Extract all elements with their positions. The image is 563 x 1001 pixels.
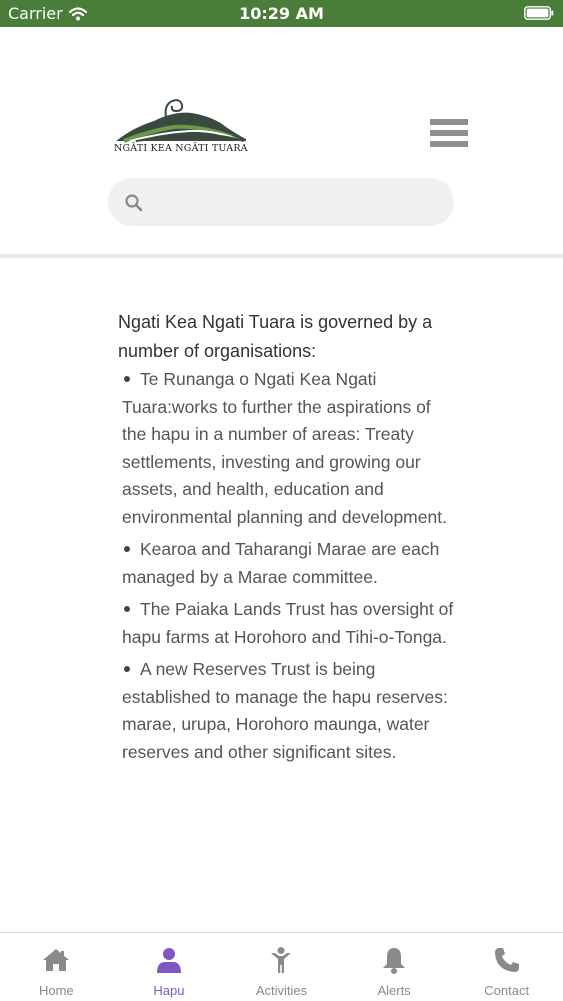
tab-contact-label: Contact: [484, 983, 530, 998]
bullet-icon: [124, 665, 130, 672]
bullet-icon: [124, 545, 130, 552]
person-icon: [156, 948, 181, 973]
list-item-text: A new Reserves Trust is being establishe…: [122, 659, 448, 762]
status-bar: Carrier 10:29 AM: [0, 0, 563, 27]
logo: NGĀTI KEA NGĀTI TUARA: [114, 97, 249, 157]
bullet-icon: [124, 605, 130, 612]
tab-alerts-label: Alerts: [377, 983, 411, 998]
bell-icon: [383, 948, 406, 974]
status-time: 10:29 AM: [239, 4, 324, 23]
list-item-text: Te Runanga o Ngati Kea Ngati Tuara:works…: [122, 369, 447, 527]
phone-icon: [494, 948, 519, 972]
main-content: Ngati Kea Ngati Tuara is governed by a n…: [118, 308, 458, 771]
search-input[interactable]: [108, 178, 454, 226]
header-divider: [0, 254, 563, 258]
intro-text: Ngati Kea Ngati Tuara is governed by a n…: [118, 312, 433, 361]
organisation-list: Te Runanga o Ngati Kea Ngati Tuara:works…: [118, 366, 458, 766]
battery-icon: [524, 6, 554, 20]
bullet-icon: [124, 375, 130, 382]
list-item-text: Kearoa and Taharangi Marae are each mana…: [122, 539, 440, 587]
list-item-text: The Paiaka Lands Trust has oversight of …: [122, 599, 454, 647]
search-icon: [125, 194, 143, 212]
home-icon: [43, 949, 70, 971]
tab-hapu[interactable]: Hapu: [113, 933, 226, 1001]
tab-contact[interactable]: Contact: [450, 933, 563, 1001]
list-item: A new Reserves Trust is being establishe…: [122, 656, 458, 766]
tab-alerts[interactable]: Alerts: [338, 933, 451, 1001]
list-item: Te Runanga o Ngati Kea Ngati Tuara:works…: [122, 366, 458, 531]
header: NGĀTI KEA NGĀTI TUARA: [0, 27, 563, 257]
menu-button[interactable]: [428, 119, 470, 153]
logo-text: NGĀTI KEA NGĀTI TUARA: [114, 143, 248, 154]
list-item: Kearoa and Taharangi Marae are each mana…: [122, 536, 458, 591]
list-item: The Paiaka Lands Trust has oversight of …: [122, 596, 458, 651]
logo-mountain-icon: [116, 99, 246, 143]
tab-hapu-label: Hapu: [153, 983, 185, 998]
tab-activities[interactable]: Activities: [225, 933, 338, 1001]
child-icon: [271, 947, 292, 973]
tab-bar: Home Hapu Activities Alerts Contact: [0, 932, 563, 1001]
tab-home[interactable]: Home: [0, 933, 113, 1001]
tab-home-label: Home: [38, 983, 74, 998]
tab-activities-label: Activities: [255, 983, 308, 998]
